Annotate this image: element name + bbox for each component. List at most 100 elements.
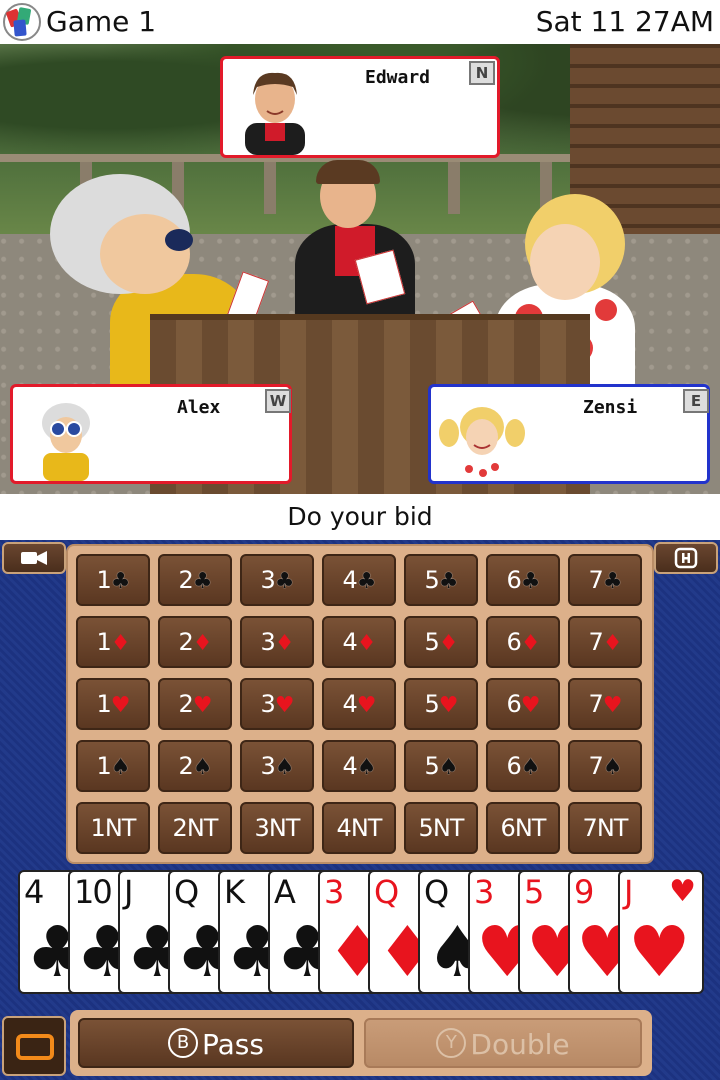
camera-button[interactable]	[2, 542, 66, 574]
y-button-icon: Y	[436, 1028, 467, 1058]
bid-button[interactable]: 6♠	[486, 740, 560, 792]
bid-level: 6	[506, 628, 521, 656]
playing-card[interactable]: J ♥ ♥	[618, 870, 704, 994]
bid-suit-icon: ♣	[192, 569, 213, 594]
bid-button[interactable]: 3♦	[240, 616, 314, 668]
help-button[interactable]	[654, 542, 718, 574]
card-rank: J	[124, 873, 134, 911]
bid-level: 1NT	[90, 814, 137, 842]
bid-button[interactable]: 4♦	[322, 616, 396, 668]
bid-grid: 1♣ 2♣ 3♣ 4♣ 5♣ 6♣ 7♣ 1♦ 2♦ 3♦ 4♦ 5♦ 6♦ 7♦ 1♥ 2♥ 3♥ 4♥ 5♥ 6♥…	[66, 544, 654, 864]
bid-button[interactable]: 1♠	[76, 740, 150, 792]
bid-button[interactable]: 1♥	[76, 678, 150, 730]
bid-button[interactable]: 2♠	[158, 740, 232, 792]
bid-button[interactable]: 1♣	[76, 554, 150, 606]
bid-button[interactable]: 6♦	[486, 616, 560, 668]
bid-level: 7	[588, 752, 603, 780]
bid-button[interactable]: 2♦	[158, 616, 232, 668]
table-scene: Edward N Alex W Zensi E	[0, 44, 720, 494]
bid-button[interactable]: 5NT	[404, 802, 478, 854]
bid-level: 3	[260, 752, 275, 780]
bid-level: 4	[342, 752, 357, 780]
bid-level: 6	[506, 566, 521, 594]
bid-suit-icon: ♦	[520, 631, 541, 656]
card-rank: A	[274, 873, 296, 911]
bid-suit-icon: ♠	[192, 755, 213, 780]
bid-button[interactable]: 7♣	[568, 554, 642, 606]
bid-suit-icon: ♥	[274, 693, 295, 718]
alex-portrait	[42, 403, 90, 481]
status-bar: Game 1 Sat 11 27AM	[0, 0, 720, 44]
bid-button[interactable]: 7♥	[568, 678, 642, 730]
bid-level: 2	[178, 566, 193, 594]
bid-button[interactable]: 2♥	[158, 678, 232, 730]
card-rank: 10	[74, 873, 113, 911]
bid-suit-icon: ♣	[602, 569, 623, 594]
bid-level: 1	[96, 566, 111, 594]
bid-button[interactable]: 5♣	[404, 554, 478, 606]
bid-suit-icon: ♦	[110, 631, 131, 656]
bid-level: 1	[96, 752, 111, 780]
bid-button[interactable]: 2♣	[158, 554, 232, 606]
bid-button[interactable]: 3♠	[240, 740, 314, 792]
edward-portrait	[245, 72, 305, 155]
bid-button[interactable]: 4♠	[322, 740, 396, 792]
bid-button[interactable]: 3NT	[240, 802, 314, 854]
bid-button[interactable]: 3♣	[240, 554, 314, 606]
bid-level: 3	[260, 690, 275, 718]
bid-button[interactable]: 5♠	[404, 740, 478, 792]
bid-button[interactable]: 6♣	[486, 554, 560, 606]
bid-suit-icon: ♦	[438, 631, 459, 656]
card-corner-suit-icon: ♥	[669, 874, 696, 909]
clock: Sat 11 27AM	[535, 5, 714, 38]
seat-badge-west: W	[265, 389, 291, 413]
card-rank: Q	[424, 873, 449, 911]
bid-level: 2	[178, 690, 193, 718]
bid-level: 5	[424, 566, 439, 594]
player-card-north[interactable]: Edward N	[220, 56, 500, 158]
bid-button[interactable]: 4♣	[322, 554, 396, 606]
bid-suit-icon: ♥	[192, 693, 213, 718]
card-rank: 9	[574, 873, 594, 911]
bid-suit-icon: ♣	[274, 569, 295, 594]
player-card-west[interactable]: Alex W	[10, 384, 292, 484]
bid-suit-icon: ♠	[520, 755, 541, 780]
player-card-east[interactable]: Zensi E	[428, 384, 710, 484]
b-button-icon: B	[168, 1028, 199, 1058]
bid-suit-icon: ♦	[602, 631, 623, 656]
bid-suit-icon: ♣	[438, 569, 459, 594]
bid-suit-icon: ♥	[602, 693, 623, 718]
bid-level: 2NT	[172, 814, 219, 842]
double-button[interactable]: Y Double	[364, 1018, 642, 1068]
bid-button[interactable]: 5♥	[404, 678, 478, 730]
bid-level: 4	[342, 628, 357, 656]
bid-suit-icon: ♠	[356, 755, 377, 780]
bid-level: 5NT	[418, 814, 465, 842]
bid-suit-icon: ♦	[356, 631, 377, 656]
bid-button[interactable]: 3♥	[240, 678, 314, 730]
bid-level: 7	[588, 566, 603, 594]
bid-button[interactable]: 1♦	[76, 616, 150, 668]
seat-badge-east: E	[683, 389, 709, 413]
bid-button[interactable]: 7NT	[568, 802, 642, 854]
bid-level: 7	[588, 628, 603, 656]
bid-level: 6NT	[500, 814, 547, 842]
bid-level: 2	[178, 752, 193, 780]
bid-level: 5	[424, 690, 439, 718]
bid-button[interactable]: 4NT	[322, 802, 396, 854]
pass-button[interactable]: B Pass	[78, 1018, 354, 1068]
bid-button[interactable]: 7♦	[568, 616, 642, 668]
bid-level: 3	[260, 628, 275, 656]
bid-button[interactable]: 4♥	[322, 678, 396, 730]
bid-suit-icon: ♠	[110, 755, 131, 780]
menu-button[interactable]	[2, 1016, 66, 1076]
bid-button[interactable]: 7♠	[568, 740, 642, 792]
bid-button[interactable]: 5♦	[404, 616, 478, 668]
bid-button[interactable]: 6NT	[486, 802, 560, 854]
bid-button[interactable]: 2NT	[158, 802, 232, 854]
bid-level: 2	[178, 628, 193, 656]
bid-suit-icon: ♣	[520, 569, 541, 594]
bid-button[interactable]: 1NT	[76, 802, 150, 854]
player-hand: 4 ♣ 10 ♣ J ♣ Q ♣ K ♣ A ♣ 3 ♦ Q ♦ Q ♠ 3 ♥ 5 ♥ 9 ♥ J ♥ ♥	[18, 870, 704, 1000]
bid-button[interactable]: 6♥	[486, 678, 560, 730]
